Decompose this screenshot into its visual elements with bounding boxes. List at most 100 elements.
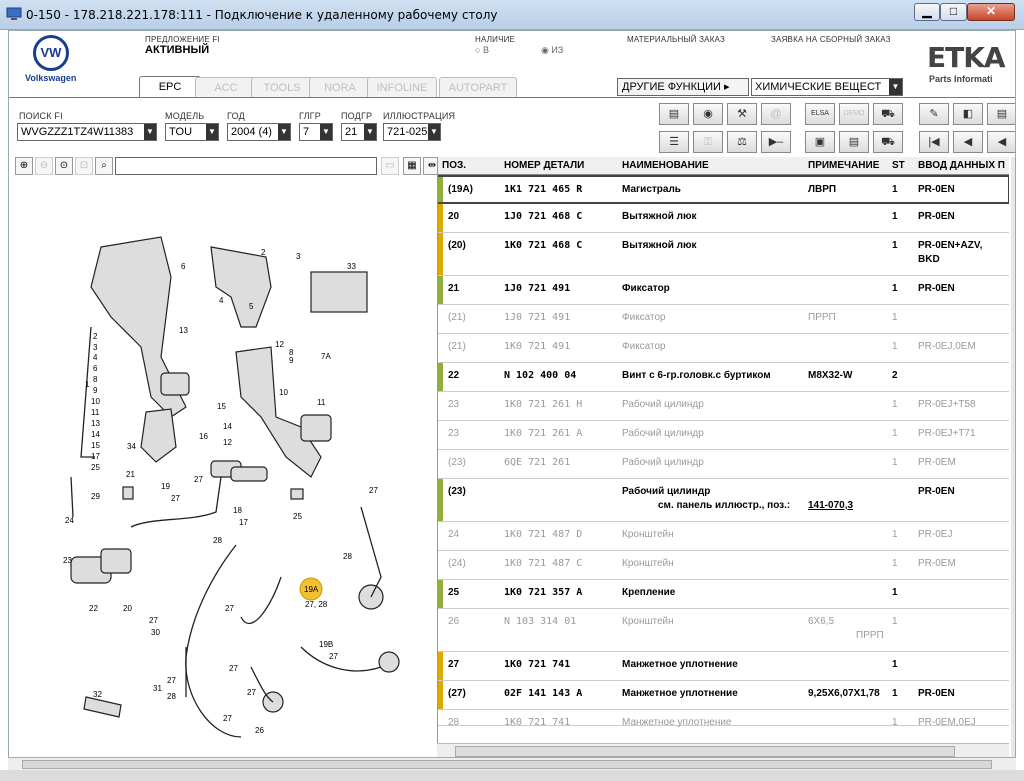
monitor-button[interactable]: ▣ bbox=[805, 131, 835, 153]
svg-text:24: 24 bbox=[65, 516, 74, 525]
table-row[interactable]: (21) 1J0 721 491 Фиксатор ПРРП 1 bbox=[438, 305, 1009, 334]
model-select[interactable]: TOU ▼ bbox=[165, 123, 219, 141]
cart-add-button[interactable]: ⛟ bbox=[873, 103, 903, 125]
svg-text:17: 17 bbox=[91, 452, 100, 461]
prev-document-button[interactable]: ◧ bbox=[953, 103, 983, 125]
material-order-label[interactable]: МАТЕРИАЛЬНЫЙ ЗАКАЗ bbox=[627, 35, 725, 44]
info-button[interactable]: ◉ bbox=[693, 103, 723, 125]
etka-app: Volkswagen ПРЕДЛОЖЕНИЕ FI АКТИВНЫЙ НАЛИЧ… bbox=[8, 30, 1016, 770]
illustration-select[interactable]: 721-025 ▼ bbox=[383, 123, 441, 141]
col-part-number[interactable]: НОМЕР ДЕТАЛИ bbox=[504, 160, 584, 171]
table-row[interactable]: (23) 6QE 721 261 Рабочий цилиндр 1 PR-0EM bbox=[438, 450, 1009, 479]
at-button[interactable]: @ bbox=[761, 103, 791, 125]
cell-part-number: 1K1 721 465 R bbox=[504, 184, 583, 195]
table-row[interactable]: 21 1J0 721 491 Фиксатор 1 PR-0EN bbox=[438, 276, 1009, 305]
vertical-scrollbar[interactable] bbox=[1011, 157, 1015, 757]
maximize-button[interactable]: □ bbox=[940, 3, 967, 21]
list-button[interactable]: ☰ bbox=[659, 131, 689, 153]
window-horizontal-scrollbar[interactable] bbox=[8, 757, 1016, 771]
scroll-thumb[interactable] bbox=[455, 746, 955, 757]
table-row[interactable]: (24) 1K0 721 487 C Кронштейн 1 PR-0EM bbox=[438, 551, 1009, 580]
zoom-in-button[interactable]: ⊕ bbox=[15, 157, 33, 175]
minimize-button[interactable]: ▁ bbox=[914, 3, 940, 21]
sub-group-label: ПОДГР bbox=[341, 111, 373, 121]
layout-b-button[interactable]: ▦ bbox=[403, 157, 421, 175]
other-functions-button[interactable]: ДРУГИЕ ФУНКЦИИ ▸ bbox=[617, 78, 749, 96]
fi-search-label: ПОИСК FI bbox=[19, 111, 63, 121]
service-button[interactable]: ⚒ bbox=[727, 103, 757, 125]
close-button[interactable]: ✕ bbox=[967, 3, 1015, 21]
svg-text:25: 25 bbox=[91, 463, 100, 472]
table-row[interactable]: 23 1K0 721 261 H Рабочий цилиндр 1 PR-0EJ+T5… bbox=[438, 392, 1009, 421]
elsa-button[interactable]: ELSA bbox=[805, 103, 835, 125]
svg-text:3: 3 bbox=[93, 343, 98, 352]
zoom-fit-button[interactable]: ⊙ bbox=[55, 157, 73, 175]
table-row[interactable]: (19A) 1K1 721 465 R Магистраль ЛВРП 1 PR-0EN bbox=[438, 175, 1009, 204]
etka-subtitle: Parts Informati bbox=[929, 74, 993, 84]
window-titlebar: 0-150 - 178.218.221.178:111 - Подключени… bbox=[0, 0, 1024, 30]
print-list-button[interactable]: ▤ bbox=[839, 131, 869, 153]
table-row[interactable]: 26 N 103 314 01 Кронштейн 6X6,5 1 ПРРП bbox=[438, 609, 1009, 652]
table-row[interactable]: 22 N 102 400 04 Винт с 6-гр.головк.с бурти… bbox=[438, 363, 1009, 392]
main-group-select[interactable]: 7 ▼ bbox=[299, 123, 333, 141]
col-pos[interactable]: ПОЗ. bbox=[442, 160, 466, 171]
layout-a-button[interactable]: ▭ bbox=[381, 157, 399, 175]
tab-acc[interactable]: ACC bbox=[195, 77, 257, 97]
svg-text:30: 30 bbox=[151, 628, 160, 637]
cell-part-number: 1K0 721 357 A bbox=[504, 587, 583, 598]
pin-button[interactable]: ✎ bbox=[919, 103, 949, 125]
tab-nora[interactable]: NORA bbox=[309, 77, 371, 97]
table-row[interactable]: (23) Рабочий цилиндр PR-0EN см. панель иллю… bbox=[438, 479, 1009, 522]
table-row[interactable]: 27 1K0 721 741 Манжетное уплотнение 1 bbox=[438, 652, 1009, 681]
table-row[interactable]: (20) 1K0 721 468 C Вытяжной люк 1 PR-0EN+AZV… bbox=[438, 233, 1009, 276]
next-document-button[interactable]: ▤ bbox=[987, 103, 1015, 125]
tab-infoline[interactable]: INFOLINE bbox=[367, 77, 437, 97]
assembly-order-label[interactable]: ЗАЯВКА НА СБОРНЫЙ ЗАКАЗ bbox=[771, 35, 891, 44]
availability-from-radio[interactable]: ◉ ИЗ bbox=[541, 45, 563, 56]
first-page-button[interactable]: |◀ bbox=[919, 131, 949, 153]
search-button[interactable]: ⌕ bbox=[95, 157, 113, 175]
col-note[interactable]: ПРИМЕЧАНИЕ bbox=[808, 160, 879, 171]
zoom-out-button[interactable]: ⊖ bbox=[35, 157, 53, 175]
print-button[interactable]: ▤ bbox=[659, 103, 689, 125]
scroll-thumb[interactable] bbox=[22, 760, 992, 769]
key-button[interactable]: ⚿ bbox=[693, 131, 723, 153]
play-minus-button[interactable]: ▶– bbox=[761, 131, 791, 153]
table-row[interactable]: 25 1K0 721 357 A Крепление 1 bbox=[438, 580, 1009, 609]
dealer-button[interactable]: DEMO bbox=[839, 103, 869, 125]
col-name[interactable]: НАИМЕНОВАНИЕ bbox=[622, 160, 709, 171]
chemicals-dropdown[interactable]: ХИМИЧЕСКИЕ ВЕЩЕСТ ▼ bbox=[751, 78, 903, 96]
cell-note: 6X6,5 bbox=[808, 616, 835, 627]
table-row[interactable]: 20 1J0 721 468 C Вытяжной люк 1 PR-0EN bbox=[438, 204, 1009, 233]
svg-text:13: 13 bbox=[91, 419, 100, 428]
table-row[interactable]: (21) 1K0 721 491 Фиксатор 1 PR-0EJ,0EM bbox=[438, 334, 1009, 363]
table-row[interactable]: 23 1K0 721 261 A Рабочий цилиндр 1 PR-0EJ+T7… bbox=[438, 421, 1009, 450]
year-select[interactable]: 2004 (4) ▼ bbox=[227, 123, 291, 141]
cell-name: Фиксатор bbox=[622, 283, 670, 294]
balance-button[interactable]: ⚖ bbox=[727, 131, 757, 153]
fi-search-input[interactable]: WVGZZZ1TZ4W11383 ▼ bbox=[17, 123, 157, 141]
etka-logo: ETKA bbox=[927, 41, 1006, 74]
zoom-area-button[interactable]: ⊡ bbox=[75, 157, 93, 175]
back-doc-icon: ◧ bbox=[962, 108, 974, 120]
parts-illustration[interactable]: 62 3 4513 8129 7A33 1234 68910 11131415 1… bbox=[11, 177, 435, 761]
tab-autopart[interactable]: AUTOPART bbox=[439, 77, 517, 97]
back-button[interactable]: ◀ bbox=[987, 131, 1015, 153]
svg-text:27: 27 bbox=[247, 688, 256, 697]
svg-text:33: 33 bbox=[347, 262, 356, 271]
illustration-link[interactable]: 141-070,3 bbox=[808, 500, 853, 511]
vw-logo-icon bbox=[33, 35, 69, 71]
illustration-search-input[interactable] bbox=[115, 157, 377, 175]
cell-st: 1 bbox=[892, 428, 898, 439]
tab-epc[interactable]: EPC bbox=[139, 76, 201, 98]
prev-page-button[interactable]: ◀ bbox=[953, 131, 983, 153]
table-row[interactable]: (27) 02F 141 143 A Манжетное уплотнение 9,2… bbox=[438, 681, 1009, 710]
table-row[interactable]: 28 1K0 721 741 Манжетное уплотнение 1 PR-0EM… bbox=[438, 710, 1009, 728]
table-row[interactable]: 24 1K0 721 487 D Кронштейн 1 PR-0EJ bbox=[438, 522, 1009, 551]
cart-button[interactable]: ⛟ bbox=[873, 131, 903, 153]
col-input[interactable]: ВВОД ДАННЫХ П bbox=[918, 160, 1005, 171]
availability-in-radio[interactable]: ○ В bbox=[475, 45, 489, 55]
tab-tools[interactable]: TOOLS bbox=[251, 77, 313, 97]
sub-group-select[interactable]: 21 ▼ bbox=[341, 123, 377, 141]
col-st[interactable]: ST bbox=[892, 160, 905, 171]
